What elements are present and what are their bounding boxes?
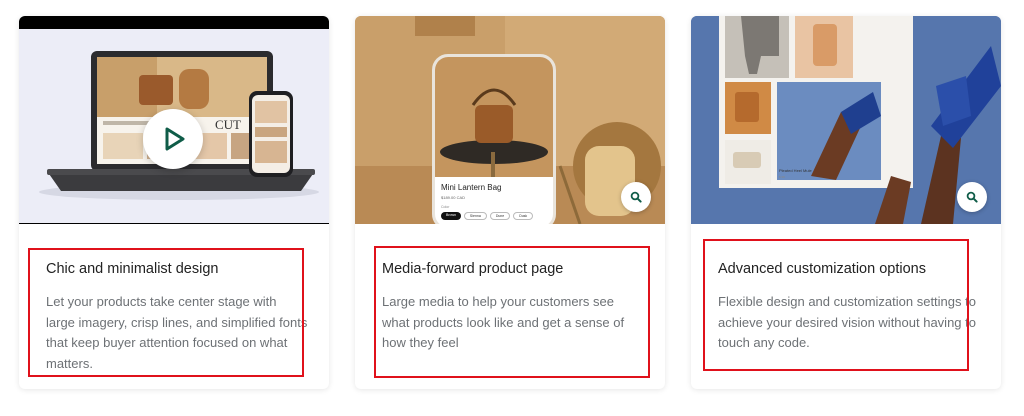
feature-card-customization: Pleated Heel Mule $ 98 Advanced customiz…: [691, 16, 1001, 389]
magnifier-icon: [966, 191, 978, 203]
card-body: Advanced customization options Flexible …: [691, 224, 1001, 389]
variant-pill[interactable]: Sienna: [463, 212, 487, 220]
variant-pills: Brown Sienna Dune Dusk: [441, 212, 534, 220]
card-body: Media-forward product page Large media t…: [355, 224, 665, 389]
product-price: $189.00 CAD: [441, 195, 466, 200]
card-title: Media-forward product page: [382, 261, 564, 277]
variant-pill[interactable]: Dusk: [513, 212, 534, 220]
video-stage: CUT: [19, 29, 329, 223]
brand-text: CUT: [215, 117, 241, 132]
card-body: Chic and minimalist design Let your prod…: [19, 224, 329, 389]
card-title: Chic and minimalist design: [46, 261, 219, 277]
variant-pill[interactable]: Dune: [489, 212, 511, 220]
play-button[interactable]: [143, 109, 203, 169]
variant-pill[interactable]: Brown: [441, 212, 461, 220]
card-description: Flexible design and customization settin…: [718, 294, 976, 350]
feature-card-media-forward: Mini Lantern Bag $189.00 CAD Color Brown…: [355, 16, 665, 389]
customization-scene: [691, 16, 1001, 224]
variant-label: Color: [441, 205, 450, 209]
phone-mockup: Mini Lantern Bag $189.00 CAD Color Brown…: [432, 54, 556, 224]
product-caption: Pleated Heel Mule: [779, 168, 812, 173]
feature-card-minimalist: CUT Chic and minimalist design Let your …: [19, 16, 329, 389]
video-thumbnail[interactable]: CUT: [19, 16, 329, 224]
product-photo: [435, 57, 553, 177]
magnifier-icon: [630, 191, 642, 203]
product-name: Mini Lantern Bag: [441, 183, 502, 192]
card-description: Large media to help your customers see w…: [382, 294, 625, 350]
customization-image: Pleated Heel Mule $ 98: [691, 16, 1001, 224]
zoom-button[interactable]: [957, 182, 987, 212]
product-page-image: Mini Lantern Bag $189.00 CAD Color Brown…: [355, 16, 665, 224]
zoom-button[interactable]: [621, 182, 651, 212]
card-description: Let your products take center stage with…: [46, 294, 308, 371]
play-icon: [165, 127, 185, 151]
product-sub: $ 98: [779, 175, 785, 179]
feature-cards-section: CUT Chic and minimalist design Let your …: [0, 0, 1024, 416]
card-title: Advanced customization options: [718, 261, 926, 277]
